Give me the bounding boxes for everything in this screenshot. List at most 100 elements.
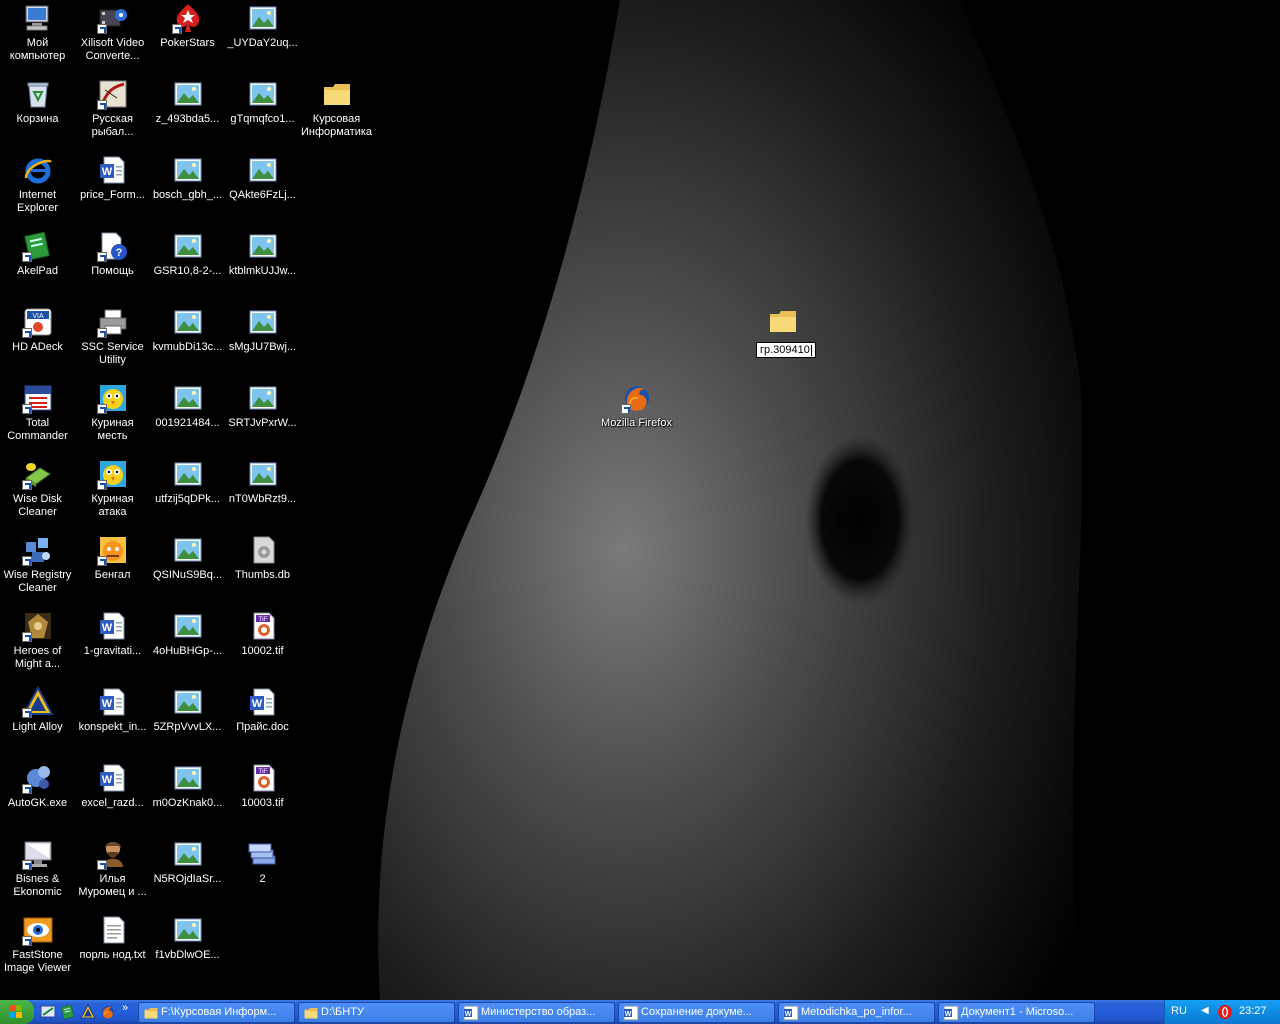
- language-indicator[interactable]: RU: [1171, 1005, 1187, 1017]
- heroes-game-icon: [21, 610, 54, 642]
- desktop-icon-35[interactable]: Heroes of Might a...: [0, 610, 75, 671]
- rename-folder-input[interactable]: гр.309410: [756, 342, 816, 358]
- desktop-icon-3[interactable]: PokerStars: [150, 2, 225, 50]
- desktop-icon-45[interactable]: m0OzKnak0...: [150, 762, 225, 810]
- word-icon: W: [463, 1005, 479, 1021]
- light-alloy-icon[interactable]: [80, 1004, 96, 1020]
- desktop-icon-39[interactable]: Light Alloy: [0, 686, 75, 734]
- desktop-icon-label: 2: [259, 873, 266, 885]
- desktop-icon-34[interactable]: Thumbs.db: [225, 534, 300, 582]
- image-file-icon: [247, 382, 279, 414]
- desktop-icon-37[interactable]: 4oHuBHGp-...: [150, 610, 225, 658]
- taskbar-button-6[interactable]: W Документ1 - Microso...: [938, 1002, 1095, 1023]
- desktop-icon-9[interactable]: Курсовая Информатика: [299, 78, 374, 139]
- desktop-icon-50[interactable]: 2: [225, 838, 300, 886]
- desktop[interactable]: Мой компьютер Xilisoft Video Converte... P…: [0, 0, 1280, 1000]
- renaming-folder[interactable]: [745, 305, 820, 340]
- taskbar-button-3[interactable]: W Министерство образ...: [458, 1002, 615, 1023]
- svg-text:W: W: [945, 1011, 952, 1018]
- shortcut-arrow-icon: [21, 860, 32, 870]
- desktop-icon-4[interactable]: _UYDaY2uq...: [225, 2, 300, 50]
- desktop-icon-16[interactable]: GSR10,8-2-...: [150, 230, 225, 278]
- clock[interactable]: 23:27: [1239, 1005, 1267, 1017]
- desktop-icon-10[interactable]: Internet Explorer: [0, 154, 75, 215]
- desktop-icon-43[interactable]: AutoGK.exe: [0, 762, 75, 810]
- desktop-icon-27[interactable]: Wise Disk Cleaner: [0, 458, 75, 519]
- desktop-icon-31[interactable]: Wise Registry Cleaner: [0, 534, 75, 595]
- desktop-icon-52[interactable]: порль нод.txt: [75, 914, 150, 962]
- desktop-icon-14[interactable]: AkelPad: [0, 230, 75, 278]
- desktop-icon-11[interactable]: Wprice_Form...: [75, 154, 150, 202]
- taskbar-button-label: Министерство образ...: [481, 1006, 596, 1018]
- desktop-icon-17[interactable]: ktblmkUJJw...: [225, 230, 300, 278]
- word-document-icon: W: [97, 762, 129, 794]
- desktop-icon-6[interactable]: Русская рыбал...: [75, 78, 150, 139]
- windows-flag-icon: [9, 1005, 22, 1018]
- desktop-icon-label: 1-gravitati...: [83, 645, 142, 657]
- akelpad-icon[interactable]: [60, 1004, 76, 1020]
- desktop-icon-51[interactable]: FastStone Image Viewer: [0, 914, 75, 975]
- image-file-icon: [247, 2, 279, 34]
- word-icon: W: [783, 1005, 799, 1021]
- desktop-icon-28[interactable]: Куриная атака: [75, 458, 150, 519]
- desktop-icon-5[interactable]: Корзина: [0, 78, 75, 126]
- desktop-icon-33[interactable]: QSINuS9Bq...: [150, 534, 225, 582]
- desktop-icon-label: Помощь: [91, 265, 134, 277]
- shortcut-arrow-icon: [96, 556, 107, 566]
- desktop-icon-label: z_493bda5...: [155, 113, 220, 125]
- taskbar-button-5[interactable]: W Metodichka_po_infor...: [778, 1002, 935, 1023]
- desktop-icon-label: Бенгал: [94, 569, 131, 581]
- desktop-icon-44[interactable]: Wexcel_razd...: [75, 762, 150, 810]
- desktop-icon-32[interactable]: Бенгал: [75, 534, 150, 582]
- desktop-icon-21[interactable]: sMgJU7Bwj...: [225, 306, 300, 354]
- desktop-icon-label: ktblmkUJJw...: [228, 265, 297, 277]
- desktop-icon-25[interactable]: SRTJvPxrW...: [225, 382, 300, 430]
- desktop-icon-36[interactable]: W 1-gravitati...: [75, 610, 150, 658]
- firefox-icon[interactable]: [100, 1004, 116, 1020]
- taskbar-button-4[interactable]: W Сохранение докуме...: [618, 1002, 775, 1023]
- desktop-icon-label: AutoGK.exe: [7, 797, 68, 809]
- desktop-icon-46[interactable]: TIF 10003.tif: [225, 762, 300, 810]
- desktop-icon-19[interactable]: SSC Service Utility: [75, 306, 150, 367]
- desktop-icon-18[interactable]: VIA HD ADeck: [0, 306, 75, 354]
- svg-text:W: W: [101, 698, 112, 710]
- desktop-icon-label: 10002.tif: [241, 645, 284, 657]
- hd-adeck-icon: VIA: [21, 306, 54, 338]
- taskbar-button-label: D:\БНТУ: [321, 1006, 364, 1018]
- desktop-icon-40[interactable]: Wkonspekt_in...: [75, 686, 150, 734]
- desktop-icon-8[interactable]: gTqmqfco1...: [225, 78, 300, 126]
- desktop-icon-12[interactable]: bosch_gbh_...: [150, 154, 225, 202]
- desktop-icon-53[interactable]: f1vbDlwOE...: [150, 914, 225, 962]
- opera-icon[interactable]: [1217, 1004, 1233, 1020]
- desktop-icon-26[interactable]: Mozilla Firefox: [599, 382, 674, 430]
- desktop-icon-label: 10003.tif: [241, 797, 284, 809]
- desktop-icon-42[interactable]: W Прайс.doc: [225, 686, 300, 734]
- tray-expand-arrow[interactable]: ◀: [1201, 1005, 1209, 1016]
- taskbar-button-2[interactable]: D:\БНТУ: [298, 1002, 455, 1023]
- shortcut-arrow-icon: [96, 328, 107, 338]
- desktop-icon-22[interactable]: Total Commander: [0, 382, 75, 443]
- desktop-icon-47[interactable]: Bisnes & Ekonomic: [0, 838, 75, 899]
- desktop-icon-20[interactable]: kvmubDi13c...: [150, 306, 225, 354]
- quick-launch-more[interactable]: »: [122, 1002, 128, 1014]
- taskbar-button-1[interactable]: F:\Курсовая Информ...: [138, 1002, 295, 1023]
- desktop-icon-49[interactable]: N5ROjdIaSr...: [150, 838, 225, 886]
- chicken-game-icon: [96, 458, 129, 490]
- desktop-icon-label: QSINuS9Bq...: [152, 569, 223, 581]
- desktop-icon-30[interactable]: nT0WbRzt9...: [225, 458, 300, 506]
- folder-icon: [304, 1008, 318, 1019]
- desktop-icon-2[interactable]: Xilisoft Video Converte...: [75, 2, 150, 63]
- desktop-icon-15[interactable]: ? Помощь: [75, 230, 150, 278]
- desktop-icon-7[interactable]: z_493bda5...: [150, 78, 225, 126]
- desktop-icon-13[interactable]: QAkte6FzLj...: [225, 154, 300, 202]
- printer-icon: [96, 306, 129, 338]
- desktop-icon-1[interactable]: Мой компьютер: [0, 2, 75, 63]
- desktop-icon-23[interactable]: Куриная месть: [75, 382, 150, 443]
- start-button[interactable]: [0, 1000, 34, 1024]
- desktop-icon-48[interactable]: Илья Муромец и ...: [75, 838, 150, 899]
- desktop-icon-41[interactable]: 5ZRpVvvLX...: [150, 686, 225, 734]
- desktop-icon-38[interactable]: TIF 10002.tif: [225, 610, 300, 658]
- desktop-icon-29[interactable]: utfzij5qDPk...: [150, 458, 225, 506]
- desktop-icon-24[interactable]: 001921484...: [150, 382, 225, 430]
- show-desktop-icon[interactable]: [40, 1004, 56, 1020]
